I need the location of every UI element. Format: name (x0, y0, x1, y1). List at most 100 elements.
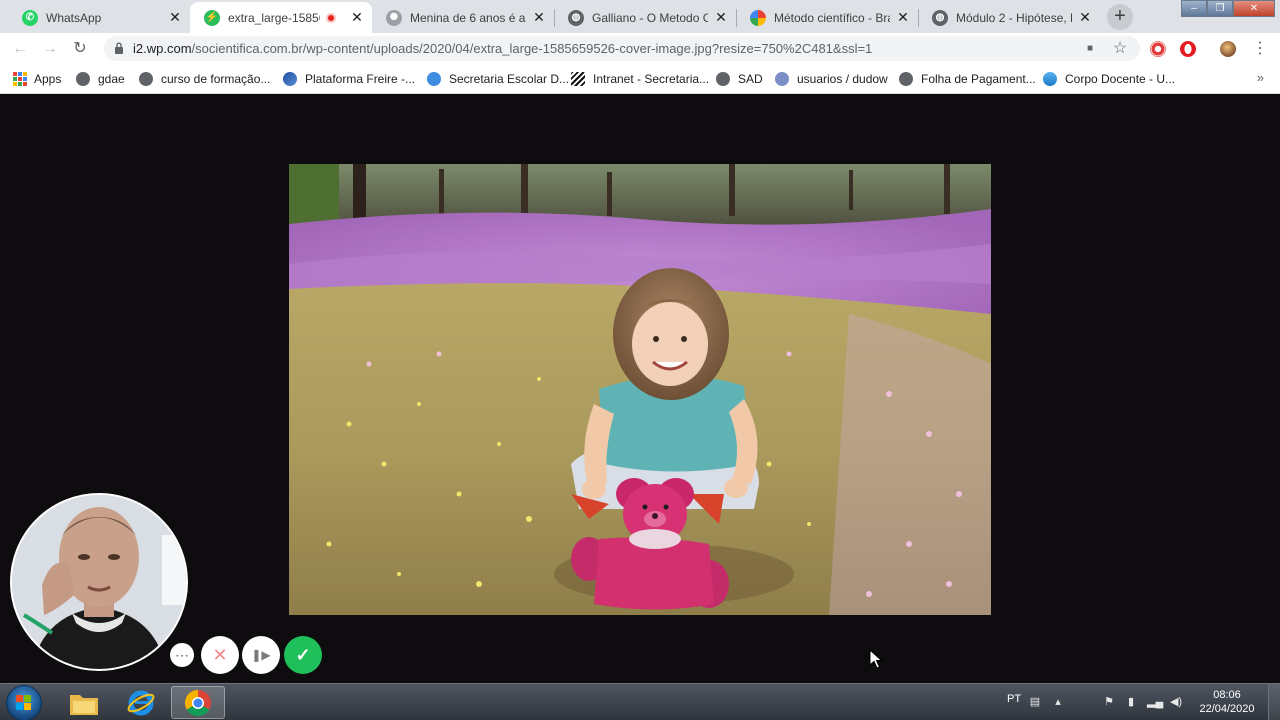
tab-modulo-2[interactable]: ◍ Módulo 2 - Hipótese, M ✕ (918, 2, 1100, 33)
tab-strip: ✆ WhatsApp ✕ ⚡ extra_large-158565 ✕ ✺ Me… (0, 0, 1280, 33)
internet-explorer-icon (127, 690, 155, 715)
reload-button[interactable]: ↻ (68, 37, 92, 61)
bookmark-label: Corpo Docente - U... (1065, 72, 1176, 86)
chrome-icon (184, 689, 211, 716)
recording-indicator-icon (326, 12, 336, 23)
whatsapp-icon: ✆ (22, 9, 38, 26)
forward-button[interactable]: → (38, 37, 62, 61)
close-icon[interactable]: ✕ (350, 9, 364, 26)
taskbar-internet-explorer[interactable] (114, 686, 168, 719)
zebra-icon (571, 72, 585, 86)
globe-icon (899, 72, 913, 86)
bookmark-label: Secretaria Escolar D... (449, 72, 570, 86)
displayed-photo[interactable] (289, 164, 991, 615)
bookmark-label: SAD (738, 72, 763, 86)
bookmark-label: Apps (34, 72, 62, 86)
bookmark-usuarios-dudow[interactable]: usuarios / dudow (775, 70, 888, 88)
back-button[interactable]: ← (8, 37, 32, 61)
bolt-icon: ⚡ (204, 9, 220, 26)
tab-menina[interactable]: ✺ Menina de 6 anos é a m ✕ (372, 2, 554, 33)
close-icon[interactable]: ✕ (532, 9, 546, 26)
webcam-overlay[interactable] (10, 493, 188, 671)
recorder-done-button[interactable]: ✓ (284, 636, 322, 674)
start-button[interactable] (6, 685, 42, 720)
window-close-button[interactable]: ✕ (1233, 0, 1275, 17)
clock-time: 08:06 (1213, 689, 1241, 701)
globe-icon (139, 72, 153, 86)
bookmark-gdae[interactable]: gdae (76, 70, 125, 88)
close-icon[interactable]: ✕ (714, 9, 728, 26)
bookmark-label: Folha de Pagament... (921, 72, 1036, 86)
address-bar[interactable]: i2.wp.com/socientifica.com.br/wp-content… (104, 36, 1140, 61)
tab-title: WhatsApp (46, 10, 102, 25)
system-clock[interactable]: 08:06 22/04/2020 (1196, 688, 1258, 716)
presenter-video (12, 495, 186, 669)
minimize-button[interactable]: – (1181, 0, 1207, 17)
tab-title: Galliano - O Metodo Cie (592, 10, 708, 25)
tab-title: Método científico - Bras (774, 10, 890, 25)
bookmarks-overflow-button[interactable]: » (1257, 70, 1264, 85)
profile-avatar-icon[interactable] (1220, 41, 1236, 57)
globe-icon (76, 72, 90, 86)
recorder-cancel-button[interactable]: ✕ (201, 636, 239, 674)
globe-icon: ◍ (932, 9, 948, 26)
taskbar-chrome[interactable] (171, 686, 225, 719)
bookmark-folha-pagamento[interactable]: Folha de Pagament... (899, 70, 1036, 88)
camera-icon[interactable]: ■ (1081, 40, 1099, 58)
photo-girl-with-teddy-bear-in-flower-field (289, 164, 991, 615)
bookmark-curso-formacao[interactable]: curso de formação... (139, 70, 270, 88)
bookmark-corpo-docente[interactable]: Corpo Docente - U... (1043, 70, 1175, 88)
google-icon (750, 9, 766, 26)
opera-icon[interactable] (1180, 41, 1196, 57)
browser-toolbar: ← → ↻ i2.wp.com/socientifica.com.br/wp-c… (0, 33, 1280, 64)
tab-extra-large-image[interactable]: ⚡ extra_large-158565 ✕ (190, 2, 372, 33)
taskbar-file-explorer[interactable] (57, 686, 111, 719)
browser-menu-icon[interactable]: ⋮ (1248, 37, 1272, 61)
network-signal-icon[interactable]: ▂▄ (1147, 695, 1163, 709)
volume-icon[interactable]: ◀) (1169, 695, 1183, 709)
tab-title: Módulo 2 - Hipótese, M (956, 10, 1072, 25)
bookmark-label: Plataforma Freire -... (305, 72, 416, 86)
bookmark-secretaria-escolar[interactable]: Secretaria Escolar D... (427, 70, 569, 88)
url-text[interactable]: i2.wp.com/socientifica.com.br/wp-content… (133, 41, 872, 56)
bookmark-star-icon[interactable]: ☆ (1111, 40, 1129, 58)
folder-icon (70, 694, 98, 715)
url-path: /socientifica.com.br/wp-content/uploads/… (191, 41, 873, 56)
close-icon[interactable]: ✕ (168, 9, 182, 26)
bookmark-plataforma-freire[interactable]: Plataforma Freire -... (283, 70, 415, 88)
bookmark-label: Intranet - Secretaria... (593, 72, 710, 86)
tab-whatsapp[interactable]: ✆ WhatsApp ✕ (8, 2, 190, 33)
recorder-pause-button[interactable]: ❚▶ (242, 636, 280, 674)
bookmarks-bar: Apps gdae curso de formação... Plataform… (0, 64, 1280, 94)
extension-recorder-icon[interactable] (1150, 41, 1166, 57)
show-hidden-icons-icon[interactable]: ▴ (1051, 695, 1065, 709)
bookmark-intranet[interactable]: Intranet - Secretaria... (571, 70, 709, 88)
tab-title: extra_large-158565 (228, 10, 320, 25)
power-icon[interactable]: ▮ (1124, 695, 1138, 709)
tab-metodo-cientifico[interactable]: Método científico - Bras ✕ (736, 2, 918, 33)
new-tab-button[interactable]: + (1107, 4, 1133, 30)
bookmark-label: usuarios / dudow (797, 72, 888, 86)
recorder-more-button[interactable]: ⋯ (170, 643, 194, 667)
globe-icon: ◍ (568, 9, 584, 26)
image-viewer (0, 95, 1280, 683)
close-icon[interactable]: ✕ (896, 9, 910, 26)
action-center-flag-icon[interactable]: ⚑ (1102, 695, 1116, 709)
maximize-button[interactable]: ❐ (1207, 0, 1233, 17)
lock-icon (115, 42, 123, 54)
url-host: i2.wp.com (133, 41, 192, 56)
bookmark-label: gdae (98, 72, 125, 86)
keyboard-icon[interactable]: ▤ (1028, 695, 1042, 709)
bookmark-apps[interactable]: Apps (13, 70, 61, 88)
windows-taskbar: PT ▤ ▴ ⚑ ▮ ▂▄ ◀) 08:06 22/04/2020 (0, 683, 1280, 720)
bookmark-sad[interactable]: SAD (716, 70, 763, 88)
language-indicator[interactable]: PT (1007, 693, 1021, 705)
cloud-icon (1043, 72, 1057, 86)
close-icon[interactable]: ✕ (1078, 9, 1092, 26)
show-desktop-button[interactable] (1268, 684, 1280, 720)
users-icon (775, 72, 789, 86)
tab-galliano[interactable]: ◍ Galliano - O Metodo Cie ✕ (554, 2, 736, 33)
freire-icon (283, 72, 297, 86)
clock-date: 22/04/2020 (1199, 703, 1255, 715)
mouse-pointer-icon (869, 649, 883, 669)
